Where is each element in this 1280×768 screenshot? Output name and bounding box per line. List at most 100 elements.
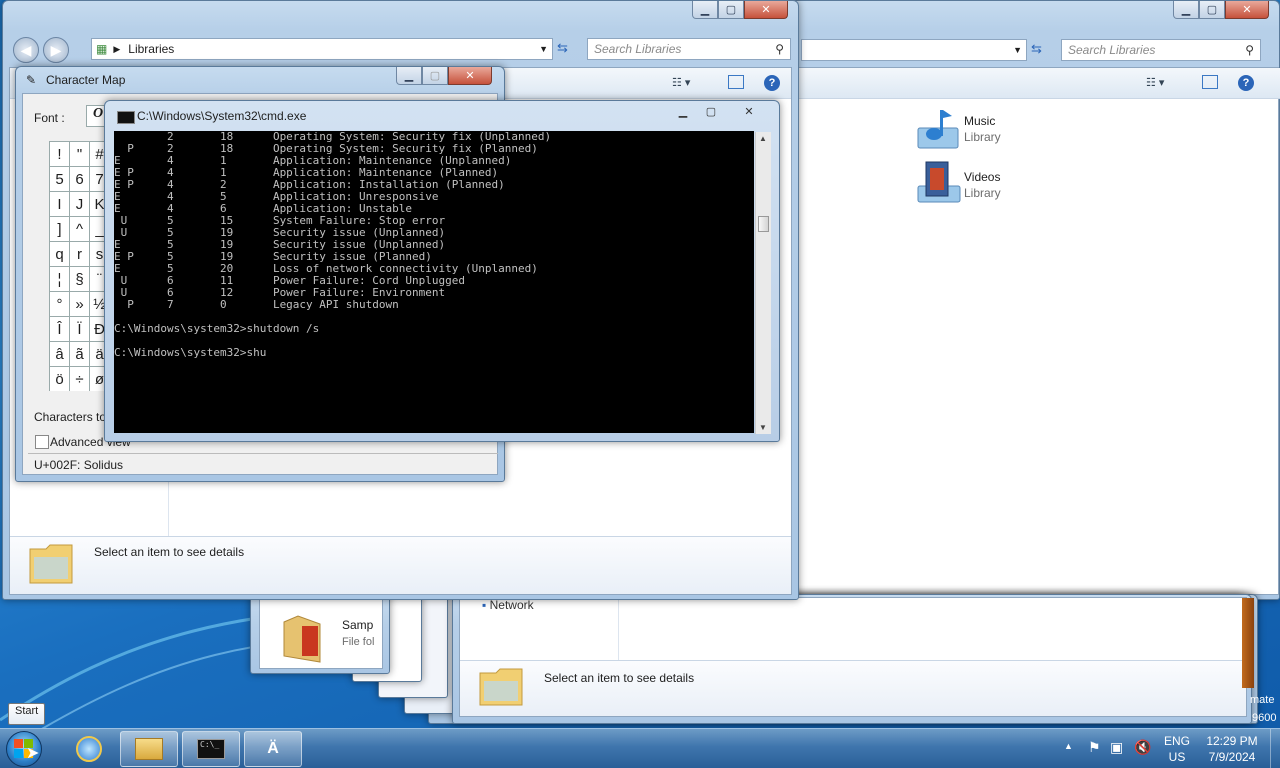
character-cell[interactable]: " (69, 141, 89, 166)
character-cell[interactable]: ° (49, 291, 69, 316)
nav-item-network[interactable]: ▪ Network (482, 598, 534, 612)
character-cell[interactable]: § (69, 266, 89, 291)
close-button[interactable]: ✕ (1225, 1, 1269, 19)
search-input[interactable]: Search Libraries ⚲ (587, 38, 791, 60)
close-button[interactable]: ✕ (731, 105, 767, 123)
explorer-window-back[interactable]: ▁ ▢ ✕ ▼ ⇆ Search Libraries ⚲ ☷ ▾ ? Music… (760, 0, 1280, 600)
character-cell[interactable]: ã (69, 341, 89, 366)
internet-explorer-icon (76, 736, 102, 762)
minimize-button[interactable]: ▁ (692, 1, 718, 19)
character-cell[interactable]: ÷ (69, 366, 89, 391)
character-cell[interactable]: » (69, 291, 89, 316)
details-pane: Select an item to see details (460, 660, 1246, 716)
taskbar-charmap-button[interactable]: Ä (244, 731, 302, 767)
scroll-up-icon[interactable]: ▲ (759, 134, 767, 143)
character-cell[interactable]: â (49, 341, 69, 366)
character-cell[interactable]: r (69, 241, 89, 266)
search-placeholder: Search Libraries (1068, 43, 1156, 57)
character-cell[interactable]: q (49, 241, 69, 266)
music-library-icon (917, 110, 959, 149)
minimize-button[interactable]: ▁ (671, 105, 695, 123)
library-item-videos[interactable]: Videos Library (910, 160, 1110, 210)
scroll-down-icon[interactable]: ▼ (759, 423, 767, 432)
view-options-icon[interactable]: ☷ ▾ (1146, 76, 1164, 89)
preview-pane-icon[interactable] (1202, 75, 1218, 89)
start-tooltip: Start (8, 703, 46, 725)
character-grid[interactable]: ! " #5 6 7 I J K] ^ _ q r s ¦ § ¨ °» ½ Î Ï Ðâ ã ä ö ÷ ø (49, 141, 109, 391)
search-icon: ⚲ (775, 42, 784, 56)
libraries-icon: ▦ (96, 42, 108, 56)
cmd-icon: C:\_ (197, 739, 225, 759)
breadcrumb[interactable]: Libraries (128, 42, 174, 56)
show-desktop-button[interactable] (1270, 729, 1280, 768)
address-dropdown-icon[interactable]: ▼ (539, 44, 548, 54)
refresh-icon[interactable]: ⇆ (1031, 41, 1051, 59)
close-button[interactable]: ✕ (448, 67, 492, 85)
details-text: Select an item to see details (94, 545, 245, 559)
refresh-icon[interactable]: ⇆ (557, 40, 579, 58)
library-name: Music (964, 114, 996, 128)
maximize-button[interactable]: ▢ (422, 67, 448, 85)
console-line: C:\Windows\system32>shutdown /s (114, 322, 320, 335)
address-bar[interactable]: ▦ ▶ Libraries ▼ (91, 38, 553, 60)
search-icon: ⚲ (1245, 43, 1254, 57)
cmd-scrollbar[interactable]: ▲ ▼ (755, 132, 771, 434)
search-input[interactable]: Search Libraries ⚲ (1061, 39, 1261, 61)
cmd-console-output[interactable]: 2 18 Operating System: Security fix (Unp… (114, 131, 754, 433)
explorer-window-sample-folder[interactable]: Samp File fol (250, 594, 390, 674)
character-cell[interactable]: Î (49, 316, 69, 341)
view-options-icon[interactable]: ☷ ▾ (672, 76, 690, 89)
show-hidden-icons-button[interactable]: ▲ (1064, 741, 1073, 751)
status-text: U+002F: Solidus (34, 458, 124, 472)
taskbar-cmd-button[interactable]: C:\_ (182, 731, 240, 767)
charmap-icon: Ä (267, 740, 279, 757)
console-line: P 7 0 Legacy API shutdown (114, 298, 399, 311)
minimize-button[interactable]: ▁ (1173, 1, 1199, 19)
close-button[interactable]: ✕ (744, 1, 788, 19)
taskbar-ie-button[interactable] (60, 731, 118, 767)
advanced-view-checkbox[interactable] (35, 435, 49, 449)
folder-type: File fol (342, 636, 375, 648)
videos-library-icon (917, 161, 961, 203)
folder-details-icon (29, 544, 73, 584)
character-cell[interactable]: ¦ (49, 266, 69, 291)
maximize-button[interactable]: ▢ (1199, 1, 1225, 19)
maximize-button[interactable]: ▢ (718, 1, 744, 19)
status-bar: U+002F: Solidus (28, 453, 498, 475)
character-cell[interactable]: J (69, 191, 89, 216)
language-indicator[interactable]: ENG US (1162, 733, 1192, 765)
minimize-button[interactable]: ▁ (396, 67, 422, 85)
action-center-icon[interactable]: ⚑ (1088, 739, 1101, 756)
back-button[interactable]: ◀ (13, 37, 39, 63)
help-icon[interactable]: ? (764, 75, 780, 91)
address-bar[interactable]: ▼ (801, 39, 1027, 61)
volume-muted-icon[interactable]: 🔇 (1134, 739, 1151, 756)
forward-button[interactable]: ▶ (43, 37, 69, 63)
windows-edition-watermark: mate (1250, 694, 1275, 706)
preview-pane-icon[interactable] (728, 75, 744, 89)
mouse-cursor-icon: ➤ (26, 745, 40, 762)
library-item-music[interactable]: Music Library (910, 106, 1110, 156)
explorer-window-bottom-main[interactable]: ▪ Network Select an item to see details (452, 594, 1252, 724)
scroll-thumb[interactable] (758, 216, 769, 232)
network-icon[interactable]: ▣ (1110, 739, 1123, 756)
details-text: Select an item to see details (544, 671, 695, 685)
charmap-app-icon: ✎ (26, 73, 37, 87)
taskbar-explorer-button[interactable] (120, 731, 178, 767)
character-cell[interactable]: ] (49, 216, 69, 241)
character-cell[interactable]: ^ (69, 216, 89, 241)
library-name: Videos (964, 170, 1001, 184)
character-cell[interactable]: ! (49, 141, 69, 166)
clock[interactable]: 12:29 PM 7/9/2024 (1200, 733, 1264, 765)
character-cell[interactable]: I (49, 191, 69, 216)
maximize-button[interactable]: ▢ (699, 105, 723, 123)
help-icon[interactable]: ? (1238, 75, 1254, 91)
character-cell[interactable]: 5 (49, 166, 69, 191)
clock-time: 12:29 PM (1206, 734, 1258, 748)
character-cell[interactable]: Ï (69, 316, 89, 341)
breadcrumb-arrow-icon: ▶ (113, 43, 121, 54)
character-cell[interactable]: ö (49, 366, 69, 391)
character-cell[interactable]: 6 (69, 166, 89, 191)
library-sub: Library (964, 186, 1001, 200)
folder-icon (135, 738, 163, 760)
